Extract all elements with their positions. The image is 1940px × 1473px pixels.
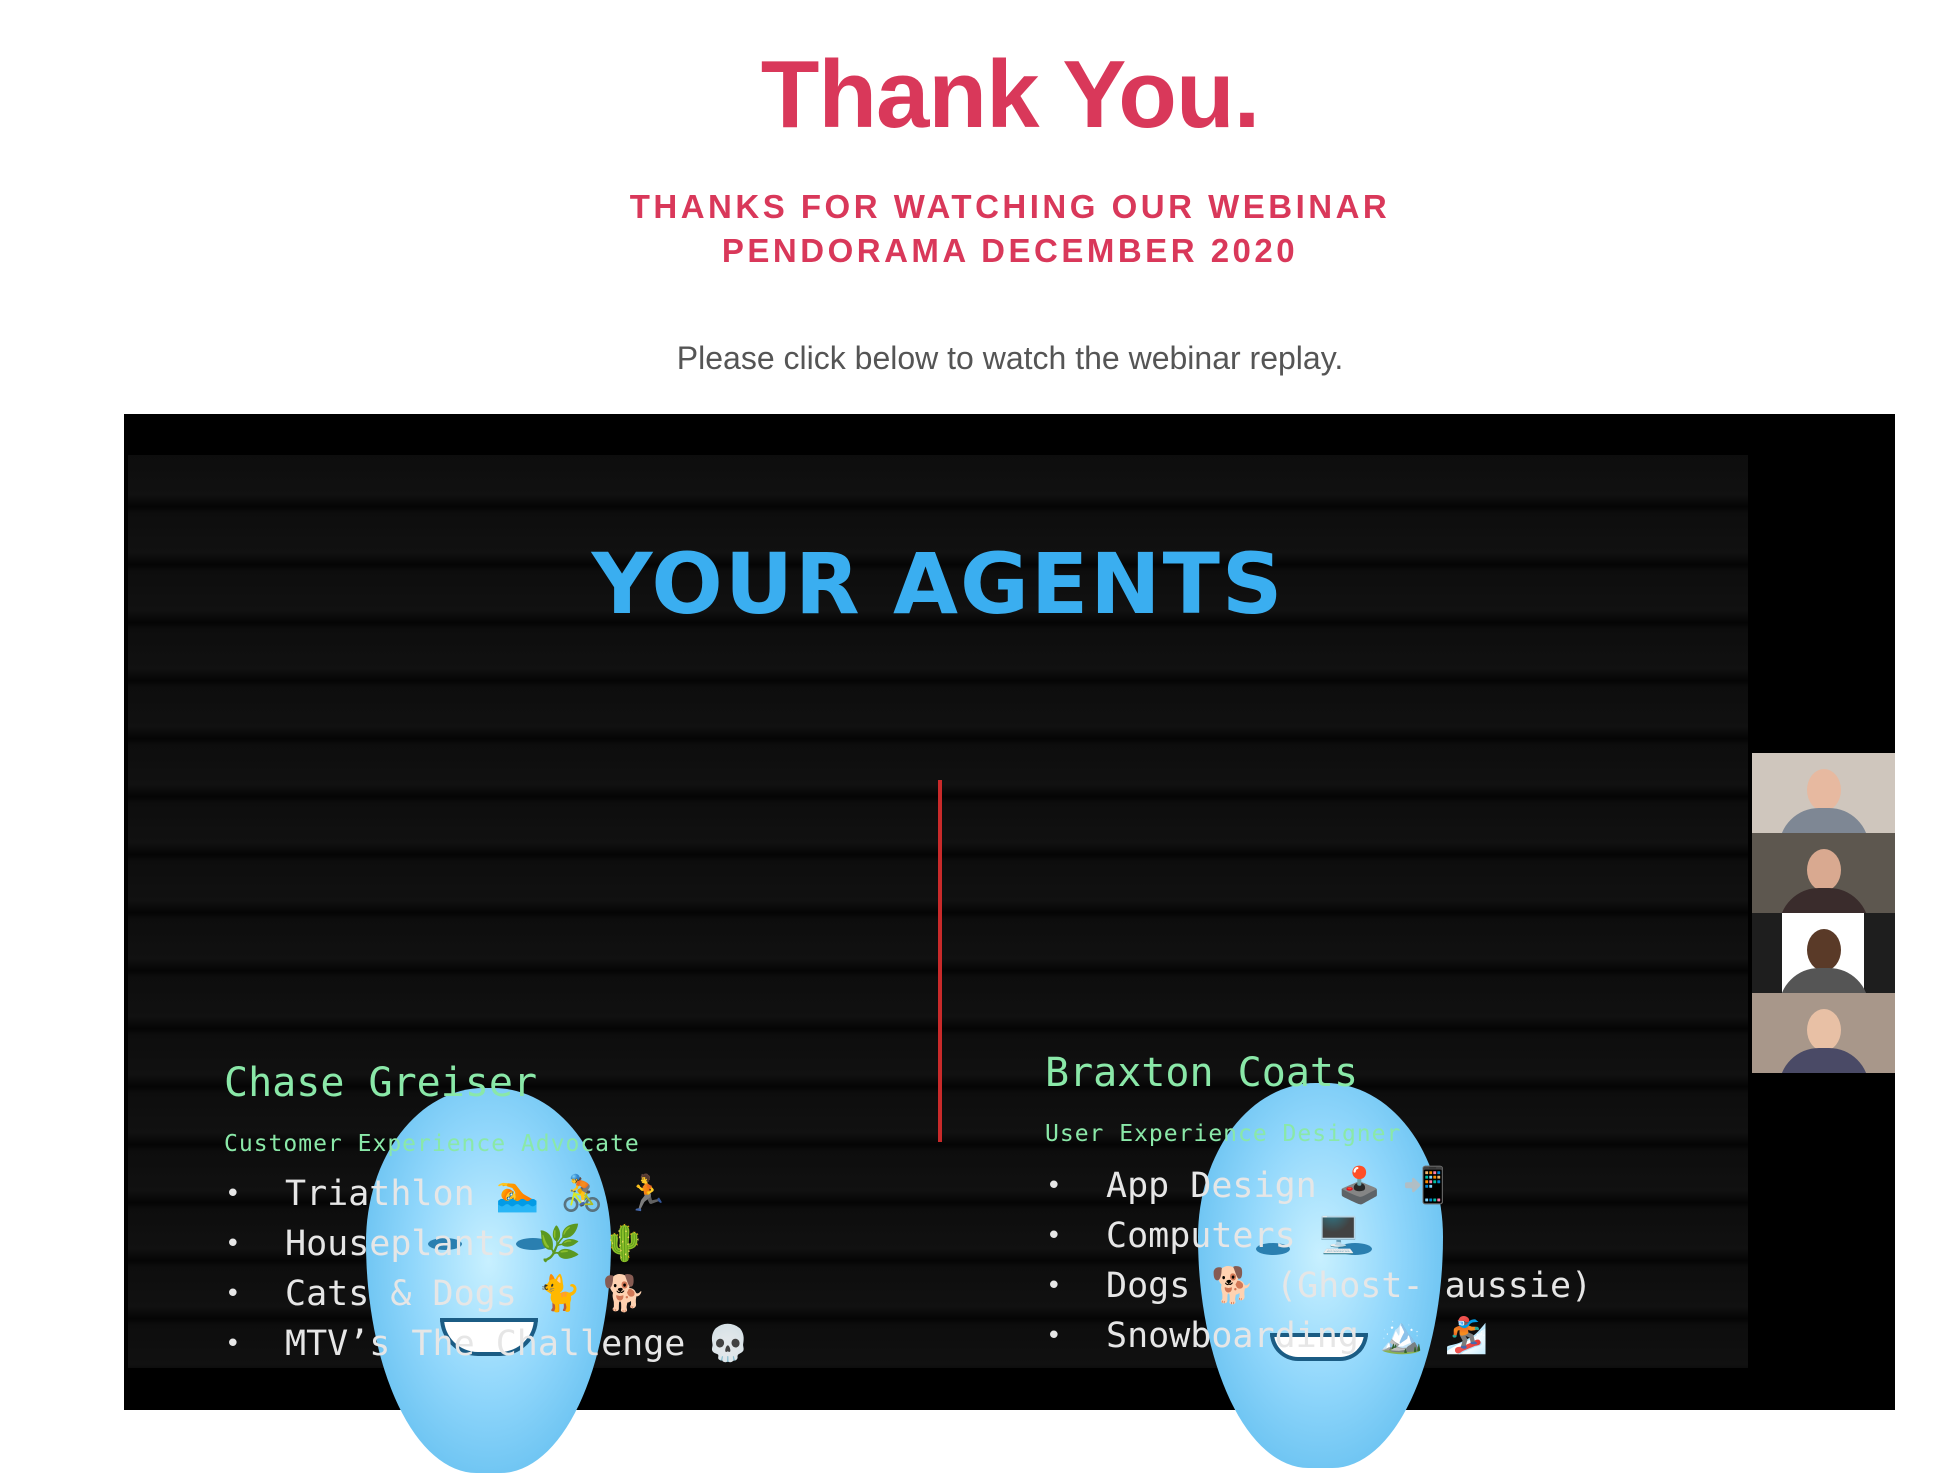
slide-title: YOUR AGENTS [591, 535, 1285, 633]
page-title: Thank You. [760, 41, 1261, 148]
presentation-slide: YOUR AGENTS Chase Greiser Customer Exper… [128, 455, 1748, 1473]
agent-hobbies-list: Triathlon 🏊 🚴 🏃 Houseplants 🌿 🌵 Cats & D… [225, 1169, 750, 1369]
list-item: Dogs 🐕 (Ghost- aussie) [1046, 1261, 1592, 1311]
list-item: Triathlon 🏊 🚴 🏃 [225, 1169, 750, 1219]
agent-hobbies-list: App Design 🕹️ 📲 Computers 🖥️ Dogs 🐕 (Gho… [1046, 1161, 1592, 1361]
subtitle-line-1: THANKS FOR WATCHING OUR WEBINAR [629, 188, 1391, 225]
agent-role: User Experience Designer [1045, 1121, 1402, 1147]
subtitle-line-2: PENDORAMA DECEMBER 2020 [721, 232, 1299, 269]
replay-instruction: Please click below to watch the webinar … [676, 340, 1344, 376]
webinar-video-player[interactable]: YOUR AGENTS Chase Greiser Customer Exper… [124, 414, 1895, 1473]
list-item: Cats & Dogs 🐈 🐕 [225, 1269, 750, 1319]
participant-video-tile [1752, 913, 1895, 993]
participant-video-tile [1752, 753, 1895, 833]
agent-name: Chase Greiser [224, 1060, 538, 1106]
agent-name: Braxton Coats [1045, 1050, 1359, 1096]
slide-divider [938, 780, 942, 1142]
list-item: App Design 🕹️ 📲 [1046, 1161, 1592, 1211]
list-item: MTV’s The Challenge 💀 [225, 1319, 750, 1369]
list-item: Computers 🖥️ [1046, 1211, 1592, 1261]
list-item: Houseplants 🌿 🌵 [225, 1219, 750, 1269]
list-item: Snowboarding 🏔️ 🏂 [1046, 1311, 1592, 1361]
participant-thumbnails [1752, 753, 1895, 1073]
participant-video-tile [1752, 833, 1895, 913]
participant-video-tile [1752, 993, 1895, 1073]
agent-role: Customer Experience Advocate [224, 1131, 640, 1157]
